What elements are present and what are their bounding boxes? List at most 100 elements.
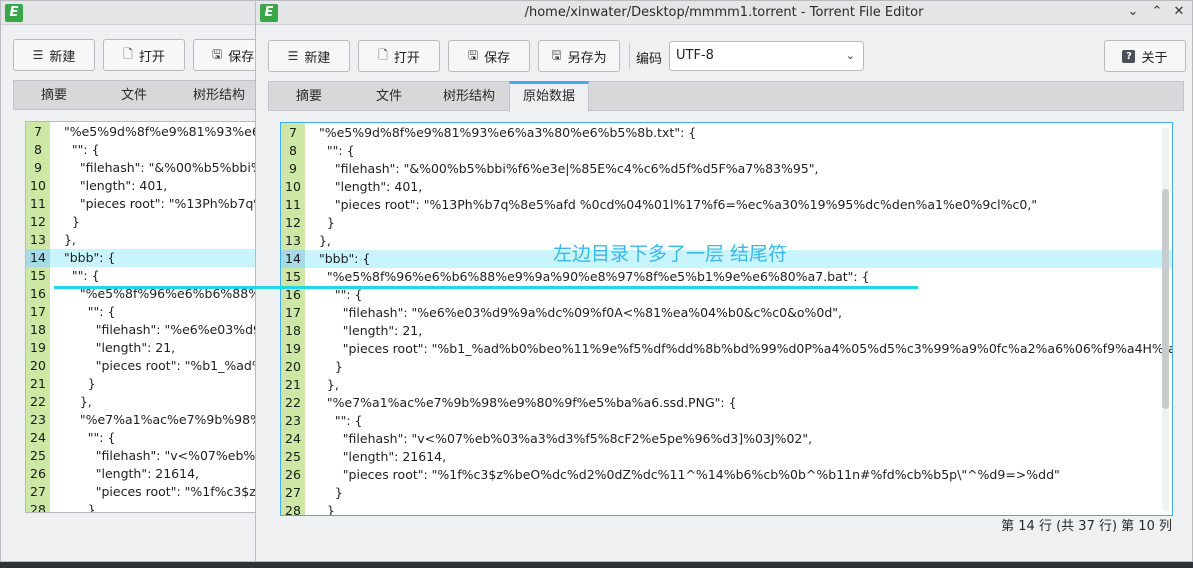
back-code-line[interactable]: 10 "length": 401, bbox=[26, 177, 261, 195]
annotation-underline bbox=[54, 286, 918, 289]
back-line-text: } bbox=[56, 376, 96, 391]
back-code-line[interactable]: 26 "length": 21614, bbox=[26, 465, 261, 483]
back-save-button[interactable]: 🖫 保存 bbox=[193, 39, 261, 71]
code-line[interactable]: 26 "pieces root": "%1f%c3$z%beO%dc%d2%0d… bbox=[281, 466, 1172, 484]
back-line-text: "%e5%9d%8f%e9%81%93%e6 bbox=[56, 124, 260, 139]
back-code-line[interactable]: 18 "filehash": "%e6%e03%d9 bbox=[26, 321, 261, 339]
back-code-line[interactable]: 27 "pieces root": "%1f%c3$z% bbox=[26, 483, 261, 501]
back-code-line[interactable]: 23 "%e7%a1%ac%e7%9b%98%e bbox=[26, 411, 262, 429]
back-code-line[interactable]: 15 "": { bbox=[26, 267, 261, 285]
code-line[interactable]: 21 }, bbox=[281, 376, 1172, 394]
back-tab-tree[interactable]: 树形结构 bbox=[174, 81, 261, 110]
open-button[interactable]: 🗋 打开 bbox=[358, 40, 440, 72]
close-icon[interactable]: ✕ bbox=[1170, 3, 1188, 21]
back-code-line[interactable]: 11 "pieces root": "%13Ph%b7q% bbox=[26, 195, 261, 213]
back-code-line[interactable]: 28 } bbox=[26, 501, 261, 513]
line-number: 25 bbox=[285, 449, 301, 464]
back-line-text: "%e7%a1%ac%e7%9b%98%e bbox=[56, 412, 262, 427]
code-line[interactable]: 18 "length": 21, bbox=[281, 322, 1172, 340]
line-text: } bbox=[311, 215, 335, 230]
back-new-label: 新建 bbox=[49, 49, 76, 65]
tab-raw-data[interactable]: 原始数据 bbox=[509, 81, 589, 112]
tab-tree[interactable]: 树形结构 bbox=[429, 82, 509, 111]
line-text: "pieces root": "%b1_%ad%b0%beo%11%9e%f5%… bbox=[311, 341, 1173, 356]
code-line[interactable]: 24 "filehash": "v<%07%eb%03%a3%d3%f5%8cF… bbox=[281, 430, 1172, 448]
code-line[interactable]: 9 "filehash": "&%00%b5%bbi%f6%e3e|%85E%c… bbox=[281, 160, 1172, 178]
new-button[interactable]: ☰ 新建 bbox=[268, 40, 350, 72]
back-open-button[interactable]: 🗋 打开 bbox=[103, 39, 185, 71]
line-text: "%e5%9d%8f%e9%81%93%e6%a3%80%e6%b5%8b.tx… bbox=[311, 125, 697, 140]
code-line[interactable]: 20 } bbox=[281, 358, 1172, 376]
line-number: 26 bbox=[285, 467, 301, 482]
encoding-label: 编码 bbox=[636, 52, 663, 67]
code-line[interactable]: 27 } bbox=[281, 484, 1172, 502]
code-line[interactable]: 25 "length": 21614, bbox=[281, 448, 1172, 466]
back-code-line[interactable]: 21 } bbox=[26, 375, 261, 393]
save-as-button[interactable]: 🖫 另存为 bbox=[538, 40, 620, 72]
back-tab-files[interactable]: 文件 bbox=[94, 81, 174, 110]
tab-files[interactable]: 文件 bbox=[349, 82, 429, 111]
back-code-line[interactable]: 17 "": { bbox=[26, 303, 261, 321]
code-line[interactable]: 10 "length": 401, bbox=[281, 178, 1172, 196]
back-line-text: "filehash": "&%00%b5%bbi% bbox=[56, 160, 262, 175]
back-code-line[interactable]: 12 } bbox=[26, 213, 261, 231]
back-code-line[interactable]: 20 "pieces root": "%b1_%ad% bbox=[26, 357, 261, 375]
save-button[interactable]: 🖫 保存 bbox=[448, 40, 530, 72]
code-line[interactable]: 8 "": { bbox=[281, 142, 1172, 160]
new-icon: ☰ bbox=[32, 48, 44, 62]
back-line-text: "": { bbox=[56, 268, 100, 283]
back-line-number: 16 bbox=[30, 286, 46, 301]
back-code-line[interactable]: 25 "filehash": "v<%07%eb%03 bbox=[26, 447, 262, 465]
about-button[interactable]: ? 关于 bbox=[1104, 40, 1186, 72]
back-line-text: "": { bbox=[56, 430, 116, 445]
code-line[interactable]: 17 "filehash": "%e6%e03%d9%9a%dc%09%f0A<… bbox=[281, 304, 1172, 322]
line-text: "filehash": "v<%07%eb%03%a3%d3%f5%8cF2%e… bbox=[311, 431, 813, 446]
back-line-number: 18 bbox=[30, 322, 46, 337]
back-code-line[interactable]: 13 }, bbox=[26, 231, 261, 249]
code-line[interactable]: 28 } bbox=[281, 502, 1172, 515]
back-line-number: 15 bbox=[30, 268, 46, 283]
about-label: 关于 bbox=[1141, 50, 1168, 66]
back-code-line[interactable]: 24 "": { bbox=[26, 429, 261, 447]
back-code-line[interactable]: 19 "length": 21, bbox=[26, 339, 261, 357]
back-code-editor[interactable]: 7 "%e5%9d%8f%e9%81%93%e6 8 "": {9 "fileha… bbox=[25, 121, 262, 513]
back-line-text: "filehash": "v<%07%eb%03 bbox=[56, 448, 262, 463]
minimize-icon[interactable]: ⌄ bbox=[1124, 3, 1142, 21]
line-text: }, bbox=[311, 233, 331, 248]
back-code-line[interactable]: 7 "%e5%9d%8f%e9%81%93%e6 bbox=[26, 123, 261, 141]
back-tab-summary[interactable]: 摘要 bbox=[14, 81, 94, 110]
taskbar bbox=[0, 562, 1193, 568]
back-titlebar[interactable]: E bbox=[1, 1, 261, 25]
code-line[interactable]: 22 "%e7%a1%ac%e7%9b%98%e9%80%9f%e5%ba%a6… bbox=[281, 394, 1172, 412]
maximize-icon[interactable]: ⌃ bbox=[1148, 3, 1166, 21]
cursor-status: 第 14 行 (共 37 行) 第 10 列 bbox=[1001, 519, 1172, 534]
vertical-scrollbar[interactable] bbox=[1162, 127, 1169, 511]
back-line-text: } bbox=[56, 502, 96, 513]
back-new-button[interactable]: ☰ 新建 bbox=[13, 39, 95, 71]
code-editor[interactable]: 7 "%e5%9d%8f%e9%81%93%e6%a3%80%e6%b5%8b.… bbox=[280, 122, 1173, 516]
back-open-label: 打开 bbox=[138, 49, 165, 65]
back-code-line[interactable]: 9 "filehash": "&%00%b5%bbi% bbox=[26, 159, 262, 177]
back-line-text: "length": 401, bbox=[56, 178, 168, 193]
back-line-number: 17 bbox=[30, 304, 46, 319]
back-line-number: 20 bbox=[30, 358, 46, 373]
back-code-line[interactable]: 8 "": { bbox=[26, 141, 261, 159]
code-line[interactable]: 12 } bbox=[281, 214, 1172, 232]
back-code-line[interactable]: 14 "bbb": { bbox=[26, 249, 261, 267]
code-line[interactable]: 11 "pieces root": "%13Ph%b7q%8e5%afd %0c… bbox=[281, 196, 1172, 214]
code-line[interactable]: 7 "%e5%9d%8f%e9%81%93%e6%a3%80%e6%b5%8b.… bbox=[281, 124, 1172, 142]
tab-summary[interactable]: 摘要 bbox=[269, 82, 349, 111]
back-code-line[interactable]: 22 }, bbox=[26, 393, 261, 411]
main-titlebar[interactable]: E /home/xinwater/Desktop/mmmm1.torrent -… bbox=[256, 1, 1192, 25]
code-line[interactable]: 23 "": { bbox=[281, 412, 1172, 430]
back-line-number: 24 bbox=[30, 430, 46, 445]
scrollbar-thumb[interactable] bbox=[1162, 189, 1169, 409]
back-line-number: 8 bbox=[34, 142, 42, 157]
open-label: 打开 bbox=[393, 50, 420, 66]
back-line-text: "": { bbox=[56, 304, 116, 319]
code-line[interactable]: 19 "pieces root": "%b1_%ad%b0%beo%11%9e%… bbox=[281, 340, 1172, 358]
back-line-number: 13 bbox=[30, 232, 46, 247]
encoding-select[interactable]: UTF-8 ⌄ bbox=[669, 41, 864, 71]
code-line[interactable]: 15 "%e5%8f%96%e6%b6%88%e9%9a%90%e8%97%8f… bbox=[281, 268, 1172, 286]
back-line-text: "filehash": "%e6%e03%d9 bbox=[56, 322, 261, 337]
